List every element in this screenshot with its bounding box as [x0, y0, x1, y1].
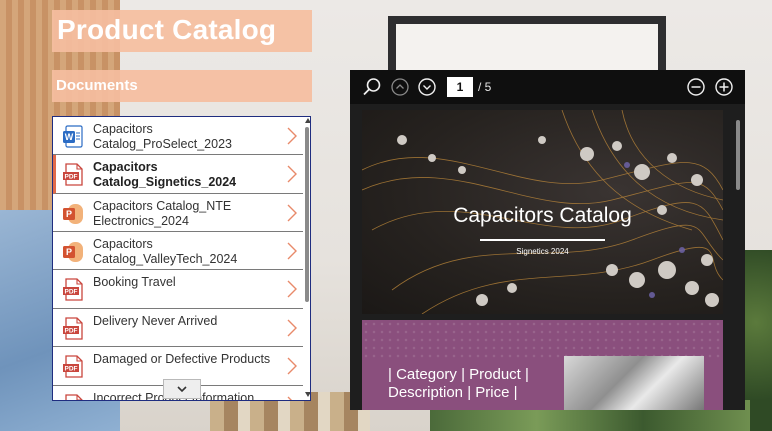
- document-list-item[interactable]: PDF Booking Travel: [53, 270, 303, 309]
- svg-text:P: P: [66, 247, 72, 257]
- table-header-text: | Category | Product | Description | Pri…: [388, 366, 529, 401]
- pdf-file-icon: PDF: [62, 278, 84, 302]
- document-title: Capacitors Catalog_Signetics_2024: [93, 160, 237, 189]
- scroll-more-button[interactable]: [163, 379, 201, 399]
- document-list[interactable]: W Capacitors Catalog_ProSelect_2023 PDF Cap…: [52, 116, 311, 401]
- pdf-file-icon: PDF: [62, 163, 84, 187]
- powerpoint-file-icon: P: [62, 240, 84, 264]
- document-list-item[interactable]: W Capacitors Catalog_ProSelect_2023: [53, 117, 303, 155]
- chevron-right-icon[interactable]: [285, 279, 299, 299]
- pdf-file-icon: PDF: [62, 355, 84, 379]
- document-title: Capacitors Catalog_ProSelect_2023: [93, 122, 232, 151]
- document-title: Capacitors Catalog_NTE Electronics_2024: [93, 199, 232, 228]
- app-title-banner: Product Catalog: [52, 10, 312, 52]
- chevron-right-icon[interactable]: [285, 318, 299, 338]
- chevron-right-icon[interactable]: [285, 203, 299, 223]
- svg-text:PDF: PDF: [65, 328, 78, 335]
- svg-text:PDF: PDF: [65, 366, 78, 373]
- document-list-scroll-thumb[interactable]: [305, 127, 309, 302]
- product-photo: [564, 356, 704, 410]
- chevron-right-icon[interactable]: [285, 126, 299, 146]
- document-title: Capacitors Catalog_ValleyTech_2024: [93, 237, 238, 266]
- viewer-toolbar: 1 / 5: [350, 70, 745, 104]
- svg-text:PDF: PDF: [65, 174, 78, 181]
- document-title: Delivery Never Arrived: [93, 314, 218, 328]
- document-title: Damaged or Defective Products: [93, 352, 271, 366]
- app-title: Product Catalog: [57, 14, 277, 45]
- zoom-out-icon[interactable]: [686, 77, 706, 97]
- pdf-file-icon: PDF: [62, 317, 84, 341]
- page-pattern: [362, 320, 723, 360]
- chevron-right-icon[interactable]: [285, 164, 299, 184]
- chevron-down-circle-icon[interactable]: [417, 77, 437, 97]
- word-file-icon: W: [62, 125, 84, 149]
- powerpoint-file-icon: P: [62, 202, 84, 226]
- document-list-item[interactable]: P Capacitors Catalog_NTE Electronics_2024: [53, 194, 303, 232]
- scroll-down-arrow-icon[interactable]: [305, 392, 310, 397]
- pdf-page-2: | Category | Product | Description | Pri…: [362, 320, 723, 410]
- cover-divider: [480, 239, 605, 241]
- viewer-scroll-thumb[interactable]: [736, 120, 740, 190]
- chevron-up-circle-icon[interactable]: [390, 77, 410, 97]
- document-title: Booking Travel: [93, 275, 176, 289]
- document-list-item[interactable]: PDF Capacitors Catalog_Signetics_2024: [53, 155, 303, 194]
- document-list-item[interactable]: P Capacitors Catalog_ValleyTech_2024: [53, 232, 303, 270]
- page-number-input[interactable]: 1: [447, 77, 473, 97]
- zoom-in-icon[interactable]: [714, 77, 734, 97]
- svg-text:P: P: [66, 209, 72, 219]
- scroll-up-arrow-icon[interactable]: [305, 118, 310, 123]
- search-icon[interactable]: [362, 77, 382, 97]
- chevron-right-icon[interactable]: [285, 356, 299, 376]
- chevron-down-icon: [177, 386, 187, 393]
- page-total: / 5: [478, 80, 492, 94]
- pdf-viewer[interactable]: 1 / 5 Capacitors Catalog Signetics 2024 …: [350, 70, 745, 410]
- chevron-right-icon[interactable]: [285, 241, 299, 261]
- viewer-scrollbar[interactable]: [734, 110, 742, 408]
- document-list-scrollbar[interactable]: [304, 117, 310, 400]
- svg-text:W: W: [65, 132, 74, 142]
- documents-header: Documents: [52, 70, 312, 102]
- documents-heading: Documents: [56, 77, 138, 94]
- pdf-page-1: Capacitors Catalog Signetics 2024: [362, 110, 723, 314]
- svg-text:PDF: PDF: [65, 289, 78, 296]
- chevron-right-icon[interactable]: [285, 395, 299, 400]
- pdf-file-icon: PDF: [62, 394, 84, 400]
- cover-subtitle: Signetics 2024: [516, 247, 569, 256]
- document-list-item[interactable]: PDF Delivery Never Arrived: [53, 309, 303, 347]
- cover-title: Capacitors Catalog: [453, 204, 632, 227]
